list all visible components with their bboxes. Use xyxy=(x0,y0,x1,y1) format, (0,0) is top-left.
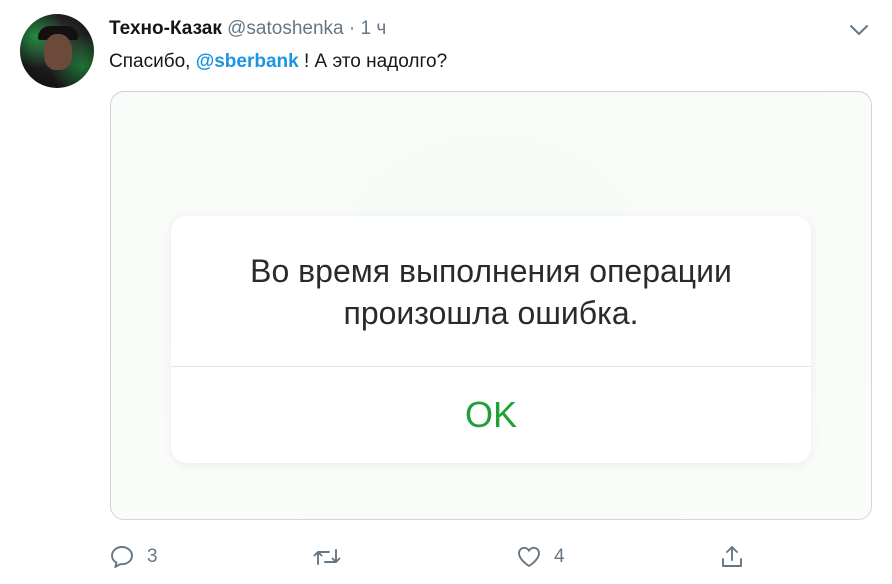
tweet-text-before: Спасибо, xyxy=(109,51,196,72)
reply-icon xyxy=(111,546,133,568)
author-handle[interactable]: @satoshenka xyxy=(227,18,343,39)
share-icon xyxy=(722,546,742,567)
author-name[interactable]: Техно-Казак xyxy=(109,18,222,39)
tweet-text: Спасибо, @sberbank ! А это надолго? xyxy=(109,49,447,75)
tweet-text-after: ! А это надолго? xyxy=(298,51,448,72)
tweet-actions: 3 4 xyxy=(0,540,892,574)
tweet-media[interactable]: Во время выполнения операции произошла о… xyxy=(110,91,872,520)
like-button[interactable]: 4 xyxy=(516,540,565,574)
like-count: 4 xyxy=(554,546,565,567)
error-message: Во время выполнения операции произошла о… xyxy=(250,253,732,331)
ok-button[interactable]: OK xyxy=(171,367,811,463)
retweet-icon xyxy=(313,549,341,565)
avatar[interactable] xyxy=(20,14,94,88)
error-dialog: Во время выполнения операции произошла о… xyxy=(171,216,811,463)
mention-link[interactable]: @sberbank xyxy=(196,51,299,72)
share-button[interactable] xyxy=(719,540,745,574)
tweet-header: Техно-Казак @satoshenka · 1 ч xyxy=(109,17,386,41)
avatar-face xyxy=(44,34,72,70)
chevron-down-icon[interactable] xyxy=(848,20,870,40)
header-separator: · xyxy=(348,18,356,39)
retweet-button[interactable] xyxy=(312,540,354,574)
reply-count: 3 xyxy=(147,546,158,567)
tweet-time[interactable]: 1 ч xyxy=(361,18,387,39)
heart-icon xyxy=(518,546,540,567)
reply-button[interactable]: 3 xyxy=(109,540,158,574)
